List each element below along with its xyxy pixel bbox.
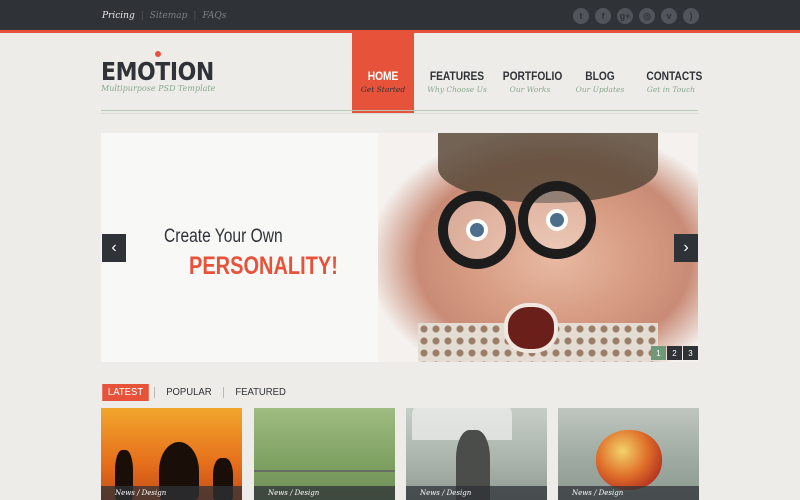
glasses-lens-right: [518, 181, 596, 259]
nav-label: HOME: [367, 69, 399, 83]
thumbnail-caption: News / Design: [406, 486, 547, 500]
slide-headline-accent: PERSONALITY!: [189, 252, 338, 280]
header-divider: [101, 113, 698, 114]
slider-page-2[interactable]: 2: [667, 346, 682, 360]
tab-popular[interactable]: POPULAR: [161, 384, 218, 401]
separator: [222, 387, 224, 398]
post-thumbnail[interactable]: News / Design: [558, 408, 699, 500]
site-logo[interactable]: EMOTION: [101, 57, 214, 86]
top-links: Pricing | Sitemap | FAQs: [102, 11, 226, 21]
slider-page-3[interactable]: 3: [683, 346, 698, 360]
nav-item-blog[interactable]: BLOG Our Updates: [574, 33, 626, 113]
tab-featured[interactable]: FEATURED: [229, 384, 291, 401]
twitter-icon[interactable]: t: [573, 8, 589, 24]
nav-item-contacts[interactable]: CONTACTS Get in Touch: [642, 33, 703, 113]
slider-next-button[interactable]: ›: [674, 234, 698, 262]
chevron-left-icon: ‹: [111, 239, 117, 256]
header-divider: [101, 110, 698, 111]
nav-sublabel: Get in Touch: [646, 85, 696, 94]
post-tabs: LATEST POPULAR FEATURED: [101, 384, 293, 401]
barbed-wire: [254, 470, 395, 472]
slide-headline: Create Your Own: [164, 226, 283, 247]
eye: [466, 219, 488, 241]
thumbnail-caption: News / Design: [101, 486, 242, 500]
rss-icon[interactable]: ): [683, 8, 699, 24]
facebook-icon[interactable]: f: [595, 8, 611, 24]
nav-item-home[interactable]: HOME Get Started: [352, 33, 414, 113]
thumbnail-caption: News / Design: [254, 486, 395, 500]
top-link-pricing[interactable]: Pricing: [102, 11, 135, 21]
nav-label: PORTFOLIO: [502, 69, 563, 83]
logo-dot: [155, 51, 161, 57]
nav-item-portfolio[interactable]: PORTFOLIO Our Works: [498, 33, 563, 113]
nav-label: CONTACTS: [646, 69, 703, 83]
eye: [546, 209, 568, 231]
slider-pager: 1 2 3: [651, 346, 698, 360]
dribbble-icon[interactable]: ◎: [639, 8, 655, 24]
vimeo-icon[interactable]: v: [661, 8, 677, 24]
separator: [154, 387, 156, 398]
top-link-faqs[interactable]: FAQs: [202, 11, 226, 21]
nav-item-features[interactable]: FEATURES Why Choose Us: [422, 33, 492, 113]
google-plus-icon[interactable]: g+: [617, 8, 633, 24]
nav-label: FEATURES: [429, 69, 485, 83]
thumbnail-caption: News / Design: [558, 486, 699, 500]
photo-mouth: [504, 303, 558, 353]
site-tagline: Multipurpose PSD Template: [101, 84, 216, 93]
hero-photo: [378, 133, 698, 362]
nav-sublabel: Get Started: [360, 85, 406, 94]
top-link-sitemap[interactable]: Sitemap: [150, 11, 188, 21]
nav-sublabel: Our Works: [509, 85, 551, 94]
apple: [596, 430, 662, 490]
nav-sublabel: Why Choose Us: [427, 85, 487, 94]
post-thumbnail[interactable]: News / Design: [406, 408, 547, 500]
top-bar: Pricing | Sitemap | FAQs t f g+ ◎ v ): [0, 0, 800, 33]
nav-sublabel: Our Updates: [575, 85, 625, 94]
separator: |: [140, 11, 144, 21]
social-icons: t f g+ ◎ v ): [573, 8, 699, 24]
post-thumbnail[interactable]: News / Design: [101, 408, 242, 500]
chevron-right-icon: ›: [683, 239, 689, 256]
glasses-lens-left: [438, 191, 516, 269]
slider-prev-button[interactable]: ‹: [102, 234, 126, 262]
slider-page-1[interactable]: 1: [651, 346, 666, 360]
tab-latest[interactable]: LATEST: [102, 384, 149, 401]
nav-label: BLOG: [585, 69, 615, 83]
post-thumbnail[interactable]: News / Design: [254, 408, 395, 500]
separator: |: [193, 11, 197, 21]
